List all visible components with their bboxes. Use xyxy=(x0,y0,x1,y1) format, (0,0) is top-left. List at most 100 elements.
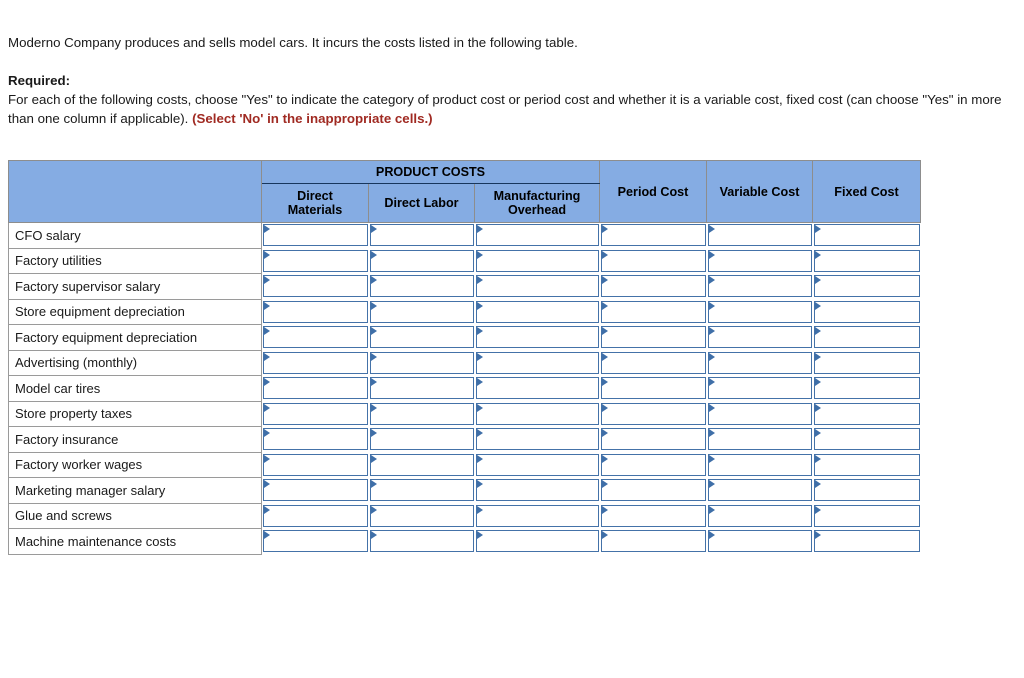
cell-direct_labor[interactable] xyxy=(368,477,475,503)
cell-direct_labor[interactable] xyxy=(368,350,475,376)
cell-period_cost[interactable] xyxy=(599,299,707,325)
dropdown-direct_materials[interactable] xyxy=(263,275,368,297)
cell-direct_labor[interactable] xyxy=(368,528,475,554)
dropdown-period_cost[interactable] xyxy=(600,453,706,476)
cell-direct_labor[interactable] xyxy=(368,222,475,248)
cell-manufacturing_overhead[interactable] xyxy=(474,299,600,325)
dropdown-manufacturing_overhead[interactable] xyxy=(475,453,599,476)
dropdown-manufacturing_overhead[interactable] xyxy=(475,504,599,527)
cell-variable_cost[interactable] xyxy=(706,528,813,554)
dropdown-direct_labor[interactable] xyxy=(369,428,474,450)
dropdown-fixed_cost[interactable] xyxy=(813,402,920,425)
cell-direct_labor[interactable] xyxy=(368,426,475,452)
cell-period_cost[interactable] xyxy=(599,222,707,248)
cell-manufacturing_overhead[interactable] xyxy=(474,273,600,299)
cell-manufacturing_overhead[interactable] xyxy=(474,350,600,376)
dropdown-period_cost[interactable] xyxy=(600,377,706,399)
dropdown-variable_cost[interactable] xyxy=(707,504,812,527)
dropdown-fixed_cost[interactable] xyxy=(813,377,920,399)
dropdown-variable_cost[interactable] xyxy=(707,428,812,450)
cell-variable_cost[interactable] xyxy=(706,248,813,274)
cell-period_cost[interactable] xyxy=(599,324,707,350)
cell-manufacturing_overhead[interactable] xyxy=(474,452,600,478)
cell-direct_materials[interactable] xyxy=(261,350,369,376)
cell-direct_materials[interactable] xyxy=(261,503,369,529)
dropdown-variable_cost[interactable] xyxy=(707,249,812,272)
dropdown-manufacturing_overhead[interactable] xyxy=(475,224,599,247)
cell-direct_materials[interactable] xyxy=(261,401,369,427)
dropdown-variable_cost[interactable] xyxy=(707,300,812,323)
cell-manufacturing_overhead[interactable] xyxy=(474,222,600,248)
cell-fixed_cost[interactable] xyxy=(812,401,921,427)
dropdown-direct_materials[interactable] xyxy=(263,479,368,501)
cell-fixed_cost[interactable] xyxy=(812,452,921,478)
dropdown-direct_materials[interactable] xyxy=(263,453,368,476)
dropdown-direct_materials[interactable] xyxy=(263,224,368,247)
cell-variable_cost[interactable] xyxy=(706,426,813,452)
dropdown-variable_cost[interactable] xyxy=(707,351,812,374)
dropdown-period_cost[interactable] xyxy=(600,530,706,552)
dropdown-fixed_cost[interactable] xyxy=(813,504,920,527)
dropdown-direct_labor[interactable] xyxy=(369,479,474,501)
dropdown-fixed_cost[interactable] xyxy=(813,479,920,501)
cell-variable_cost[interactable] xyxy=(706,375,813,401)
dropdown-direct_labor[interactable] xyxy=(369,224,474,247)
cell-period_cost[interactable] xyxy=(599,248,707,274)
cell-manufacturing_overhead[interactable] xyxy=(474,503,600,529)
dropdown-period_cost[interactable] xyxy=(600,326,706,348)
cell-variable_cost[interactable] xyxy=(706,324,813,350)
dropdown-direct_labor[interactable] xyxy=(369,377,474,399)
dropdown-direct_materials[interactable] xyxy=(263,504,368,527)
dropdown-direct_materials[interactable] xyxy=(263,249,368,272)
dropdown-manufacturing_overhead[interactable] xyxy=(475,300,599,323)
cell-direct_labor[interactable] xyxy=(368,503,475,529)
cell-direct_materials[interactable] xyxy=(261,375,369,401)
cell-fixed_cost[interactable] xyxy=(812,426,921,452)
cell-period_cost[interactable] xyxy=(599,503,707,529)
cell-period_cost[interactable] xyxy=(599,350,707,376)
cell-direct_labor[interactable] xyxy=(368,375,475,401)
cell-direct_labor[interactable] xyxy=(368,299,475,325)
dropdown-direct_materials[interactable] xyxy=(263,377,368,399)
dropdown-direct_labor[interactable] xyxy=(369,504,474,527)
cell-direct_materials[interactable] xyxy=(261,299,369,325)
dropdown-fixed_cost[interactable] xyxy=(813,530,920,552)
cell-direct_materials[interactable] xyxy=(261,324,369,350)
cell-variable_cost[interactable] xyxy=(706,503,813,529)
dropdown-variable_cost[interactable] xyxy=(707,402,812,425)
cell-direct_labor[interactable] xyxy=(368,452,475,478)
dropdown-direct_labor[interactable] xyxy=(369,249,474,272)
dropdown-manufacturing_overhead[interactable] xyxy=(475,402,599,425)
dropdown-direct_labor[interactable] xyxy=(369,300,474,323)
cell-period_cost[interactable] xyxy=(599,375,707,401)
dropdown-direct_materials[interactable] xyxy=(263,300,368,323)
cell-direct_labor[interactable] xyxy=(368,401,475,427)
cell-manufacturing_overhead[interactable] xyxy=(474,477,600,503)
dropdown-fixed_cost[interactable] xyxy=(813,453,920,476)
dropdown-variable_cost[interactable] xyxy=(707,377,812,399)
cell-period_cost[interactable] xyxy=(599,528,707,554)
dropdown-manufacturing_overhead[interactable] xyxy=(475,479,599,501)
dropdown-fixed_cost[interactable] xyxy=(813,300,920,323)
cell-period_cost[interactable] xyxy=(599,426,707,452)
cell-manufacturing_overhead[interactable] xyxy=(474,324,600,350)
cell-variable_cost[interactable] xyxy=(706,222,813,248)
cell-direct_labor[interactable] xyxy=(368,273,475,299)
cell-period_cost[interactable] xyxy=(599,477,707,503)
dropdown-variable_cost[interactable] xyxy=(707,326,812,348)
dropdown-variable_cost[interactable] xyxy=(707,530,812,552)
cell-period_cost[interactable] xyxy=(599,273,707,299)
dropdown-manufacturing_overhead[interactable] xyxy=(475,326,599,348)
cell-fixed_cost[interactable] xyxy=(812,324,921,350)
cell-manufacturing_overhead[interactable] xyxy=(474,248,600,274)
cell-manufacturing_overhead[interactable] xyxy=(474,401,600,427)
dropdown-fixed_cost[interactable] xyxy=(813,326,920,348)
dropdown-direct_labor[interactable] xyxy=(369,453,474,476)
dropdown-direct_labor[interactable] xyxy=(369,402,474,425)
dropdown-direct_labor[interactable] xyxy=(369,530,474,552)
dropdown-variable_cost[interactable] xyxy=(707,479,812,501)
dropdown-period_cost[interactable] xyxy=(600,224,706,247)
cell-manufacturing_overhead[interactable] xyxy=(474,426,600,452)
dropdown-fixed_cost[interactable] xyxy=(813,275,920,297)
cell-fixed_cost[interactable] xyxy=(812,222,921,248)
